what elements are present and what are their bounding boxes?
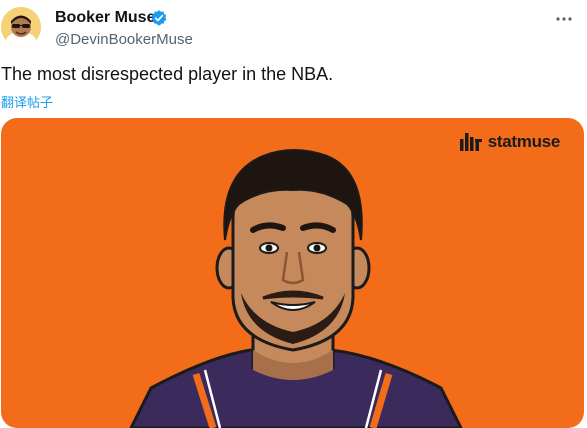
media-image[interactable]: statmuse [1, 118, 584, 428]
translate-post-link[interactable]: 翻译帖子 [1, 92, 53, 111]
author-handle[interactable]: @DevinBookerMuse [55, 31, 193, 48]
more-options-button[interactable] [552, 10, 576, 28]
verified-badge-icon [151, 10, 167, 26]
player-illustration [129, 149, 463, 428]
author-name[interactable]: Booker Muse [55, 9, 155, 27]
more-icon [556, 17, 572, 21]
avatar[interactable] [1, 7, 41, 47]
tweet: Booker Muse @DevinBookerMuse The most di… [0, 0, 587, 428]
tweet-text: The most disrespected player in the NBA. [1, 64, 334, 84]
avatar-cartoon-icon [1, 7, 41, 47]
